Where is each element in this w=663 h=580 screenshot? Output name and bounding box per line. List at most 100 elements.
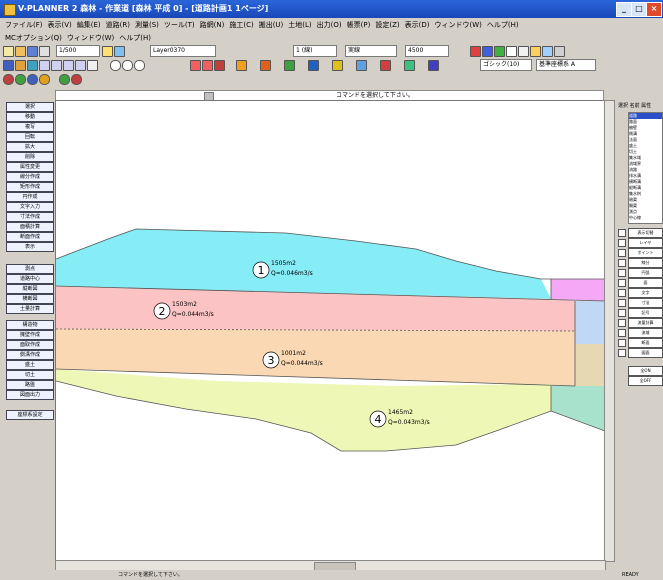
menu-item[interactable]: 帳票(P) [347,21,371,29]
hatch-icon[interactable] [214,60,225,71]
drawing-canvas[interactable]: 1 1505m2 Q=0.046m3/s 2 1503m2 Q=0.044m3/… [55,100,606,562]
tool-button[interactable]: 削除 [6,152,54,162]
font-icon[interactable] [428,60,439,71]
tool-button[interactable]: 縦断図 [6,284,54,294]
menu-item[interactable]: 土地(L) [288,21,311,29]
tool-button[interactable]: 回転 [6,132,54,142]
layer-list[interactable]: 道路 路面 擁壁 側溝 法面 盛土 切土 集水域 流域界 流路 排水溝 横断溝 縦断溝 集水桝 暗渠 開渠 測点… [628,112,663,224]
type-select[interactable]: 1 (線) [293,45,337,57]
panel-button[interactable]: 図面 [628,348,663,358]
stop-icon[interactable] [71,74,82,85]
flow-icon[interactable] [380,60,391,71]
menu-item[interactable]: 編集(E) [77,21,101,29]
tool-button[interactable]: 円作成 [6,192,54,202]
panel-button[interactable]: 全OFF [628,376,663,386]
menu-item[interactable]: ウィンドウ(W) [67,34,114,42]
measure-icon[interactable] [308,60,319,71]
visibility-checkbox[interactable] [618,309,626,317]
menu-item[interactable]: 道路(R) [106,21,130,29]
zoom-all-icon[interactable] [75,60,86,71]
side-block-blue[interactable] [575,301,605,344]
zoom-in-icon[interactable] [39,60,50,71]
menu-item[interactable]: 搬出(U) [259,21,284,29]
minimize-button[interactable]: _ [616,2,632,17]
symbol-icon[interactable] [332,60,343,71]
red-ball-icon[interactable] [3,74,14,85]
panel-button[interactable]: ポイント [628,248,663,258]
rect-icon[interactable] [506,46,517,57]
menu-item[interactable]: ファイル(F) [5,21,43,29]
panel-button[interactable]: 面 [628,278,663,288]
snap-icon[interactable] [114,46,125,57]
menu-item[interactable]: ヘルプ(H) [487,21,519,29]
pointer-icon[interactable] [102,46,113,57]
tool-button[interactable]: 拡大 [6,142,54,152]
visibility-checkbox[interactable] [618,279,626,287]
text-icon[interactable] [260,60,271,71]
run-icon[interactable] [59,74,70,85]
side-block-green[interactable] [551,386,605,431]
tool-button[interactable]: 文字入力 [6,202,54,212]
close-button[interactable]: × [646,2,662,17]
visibility-checkbox[interactable] [618,289,626,297]
menu-item[interactable]: 施工(C) [229,21,253,29]
tool-button[interactable]: 移動 [6,112,54,122]
visibility-checkbox[interactable] [618,349,626,357]
menu-item[interactable]: ウィンドウ(W) [434,21,481,29]
section-icon[interactable] [404,60,415,71]
vertical-scrollbar[interactable] [604,100,615,562]
circle-3-icon[interactable] [134,60,145,71]
coordinate-select[interactable]: 基準座標系 A [536,59,596,71]
panel-button[interactable]: 流量計算 [628,318,663,328]
panel-button[interactable]: 表示切替 [628,228,663,238]
menu-item[interactable]: 表示(D) [405,21,430,29]
blue-ball-icon[interactable] [27,74,38,85]
polygon-icon[interactable] [202,60,213,71]
font-select[interactable]: ゴシック(10) [480,59,532,71]
open-folder-icon[interactable] [15,46,26,57]
tool-button[interactable]: 図面出力 [6,390,54,400]
circle-2-icon[interactable] [122,60,133,71]
tool-button[interactable]: 面積計算 [6,222,54,232]
panel-button[interactable]: 寸法 [628,298,663,308]
tool-button[interactable]: 面取作成 [6,340,54,350]
menu-item[interactable]: 測量(S) [135,21,159,29]
menu-item[interactable]: ヘルプ(H) [119,34,151,42]
side-block-tan[interactable] [575,344,605,386]
grid-icon[interactable] [542,46,553,57]
tool-button[interactable]: 表示 [6,242,54,252]
draw-line-icon[interactable] [3,60,14,71]
zoom-icon[interactable] [518,46,529,57]
tool-button[interactable]: 選択 [6,102,54,112]
color-red-icon[interactable] [470,46,481,57]
draw-arc-icon[interactable] [27,60,38,71]
tool-button[interactable]: 側溝作成 [6,350,54,360]
color-blue-icon[interactable] [482,46,493,57]
visibility-checkbox[interactable] [618,329,626,337]
visibility-checkbox[interactable] [618,269,626,277]
panel-button[interactable]: 線分 [628,258,663,268]
panel-button[interactable]: 断面 [628,338,663,348]
menu-item[interactable]: 表示(V) [48,21,72,29]
tool-button[interactable]: 寸法作成 [6,212,54,222]
tool-button[interactable]: 線分作成 [6,172,54,182]
visibility-checkbox[interactable] [618,259,626,267]
circle-1-icon[interactable] [110,60,121,71]
scale-select[interactable]: 1/500 [56,45,100,57]
visibility-checkbox[interactable] [618,249,626,257]
green-ball-icon[interactable] [15,74,26,85]
tool-button[interactable]: 横断図 [6,294,54,304]
tool-button[interactable]: 路盤 [6,380,54,390]
width-select[interactable]: 4500 [405,45,449,57]
tool-button[interactable]: 複写 [6,122,54,132]
pen-icon[interactable] [236,60,247,71]
menu-item[interactable]: ツール(T) [164,21,195,29]
panel-button[interactable]: 流域 [628,328,663,338]
area-icon[interactable] [356,60,367,71]
pan-icon[interactable] [87,60,98,71]
style-select[interactable]: 実線 [345,45,397,57]
maximize-button[interactable]: □ [631,2,647,17]
tool-button[interactable]: 盛土 [6,360,54,370]
panel-button[interactable]: 文字 [628,288,663,298]
tool-button[interactable]: 断面作成 [6,232,54,242]
